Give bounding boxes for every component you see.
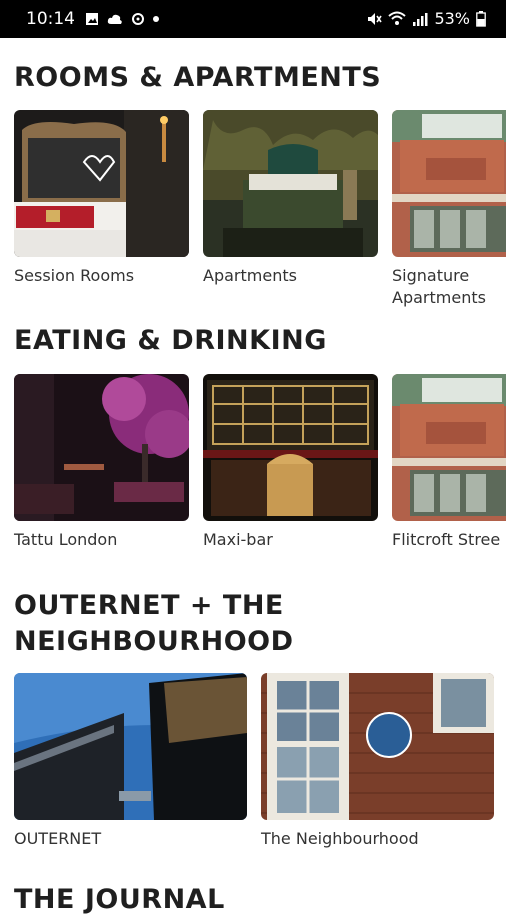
card-outernet[interactable]: OUTERNET: [14, 673, 247, 850]
section-title-outernet: OUTERNET + THE NEIGHBOURHOOD: [14, 590, 294, 657]
eating-carousel[interactable]: Tattu London Maxi-bar Flitcroft Stree: [14, 374, 506, 551]
the-neighbourhood-image: [261, 673, 494, 820]
rooms-carousel[interactable]: Session Rooms Apartments Signature Apart…: [14, 110, 506, 309]
card-flitcroft-street[interactable]: Flitcroft Stree: [392, 374, 506, 551]
section-title-journal: THE JOURNAL: [14, 884, 225, 915]
apartments-image: [203, 110, 378, 257]
section-title-rooms: ROOMS & APARTMENTS: [14, 62, 382, 93]
wifi-icon: [388, 11, 407, 25]
card-label: Flitcroft Stree: [392, 530, 501, 549]
card-label: The Neighbourhood: [261, 829, 419, 848]
signature-apartments-image: [392, 110, 506, 257]
maxi-bar-image: [203, 374, 378, 521]
image-icon: [86, 13, 98, 25]
outernet-carousel[interactable]: OUTERNET The Neighbourhood: [14, 673, 494, 850]
card-label: Maxi-bar: [203, 530, 273, 549]
card-session-rooms[interactable]: Session Rooms: [14, 110, 189, 309]
status-bar: 10:14 53%: [0, 0, 506, 38]
session-rooms-image: [14, 110, 189, 257]
cloud-icon: [107, 14, 122, 24]
mute-icon: [368, 12, 383, 25]
card-label: Signature Apartments: [392, 266, 486, 307]
card-label: Session Rooms: [14, 266, 135, 285]
card-tattu-london[interactable]: Tattu London: [14, 374, 189, 551]
battery-percent: 53%: [434, 9, 470, 28]
card-signature-apartments[interactable]: Signature Apartments: [392, 110, 506, 309]
card-label: OUTERNET: [14, 829, 102, 848]
card-maxi-bar[interactable]: Maxi-bar: [203, 374, 378, 551]
card-the-neighbourhood[interactable]: The Neighbourhood: [261, 673, 494, 850]
battery-icon: [476, 10, 486, 27]
signal-icon: [413, 12, 428, 26]
tattu-london-image: [14, 374, 189, 521]
card-label: Apartments: [203, 266, 297, 285]
section-title-eating: EATING & DRINKING: [14, 325, 327, 356]
card-label: Tattu London: [14, 530, 118, 549]
outernet-image: [14, 673, 247, 820]
clock: 10:14: [26, 9, 75, 29]
sync-icon: [132, 13, 144, 25]
flitcroft-street-image: [392, 374, 506, 521]
card-apartments[interactable]: Apartments: [203, 110, 378, 309]
notification-dot-icon: [153, 16, 159, 22]
